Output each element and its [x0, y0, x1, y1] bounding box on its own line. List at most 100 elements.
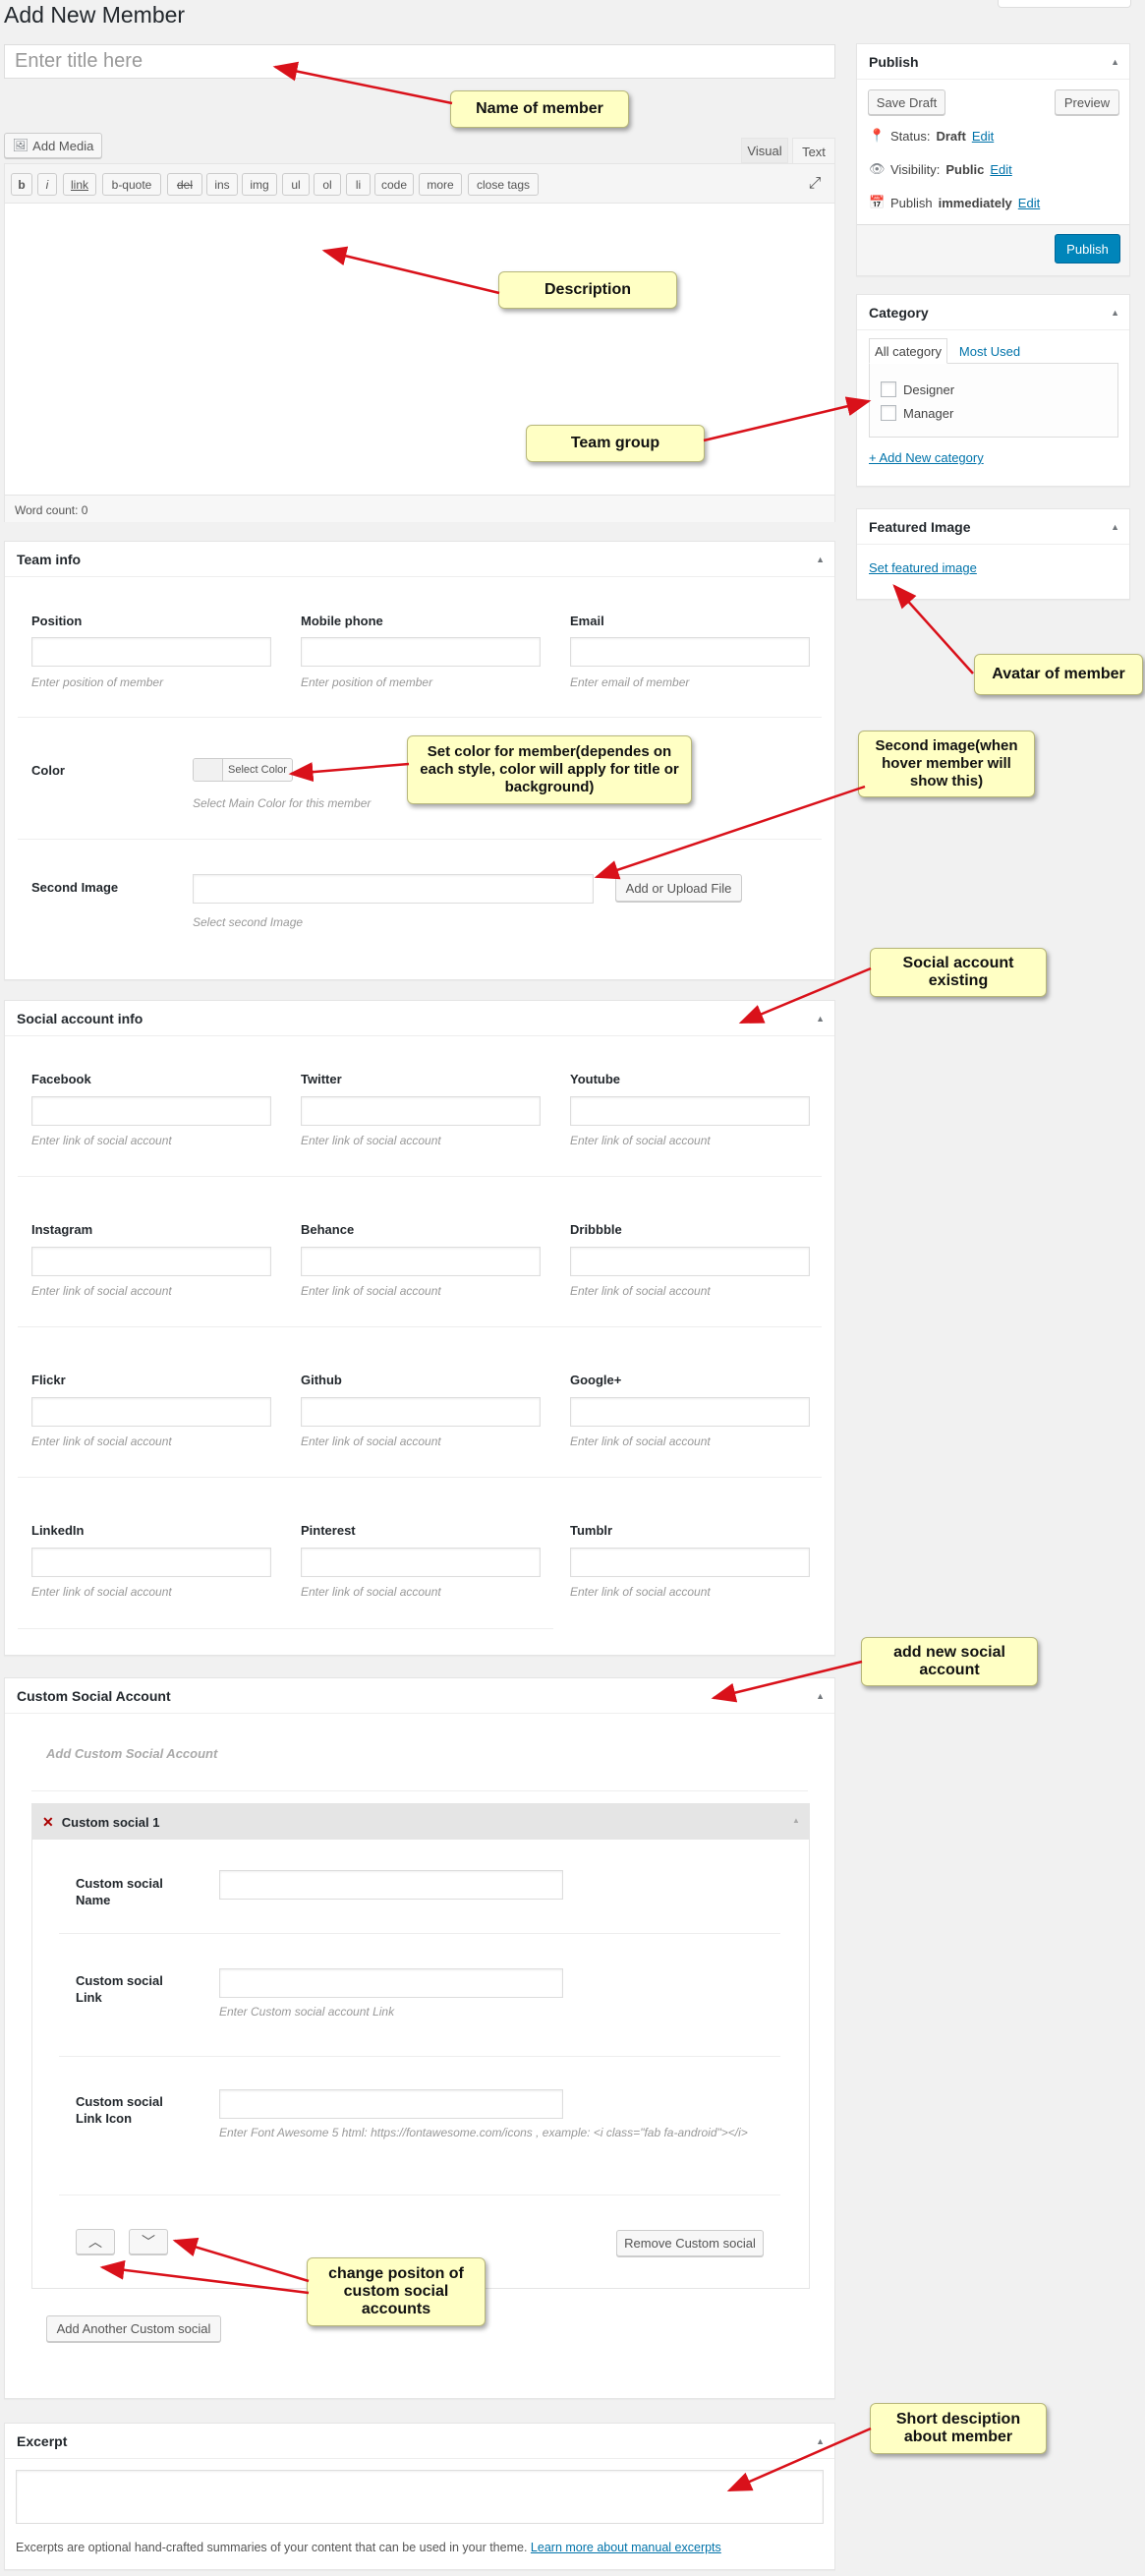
custom-social-item-title: Custom social 1: [61, 1814, 160, 1830]
callout-change-position: change positon of custom social accounts: [307, 2257, 486, 2326]
add-media-button[interactable]: 🖼 Add Media: [4, 133, 102, 158]
color-picker[interactable]: Select Color: [193, 758, 293, 782]
callout-social-existing: Social account existing: [870, 948, 1047, 997]
callout-team-group: Team group: [526, 425, 705, 462]
email-label: Email: [570, 614, 604, 628]
twitter-label: Twitter: [301, 1072, 342, 1086]
divider: [59, 1933, 780, 1934]
checkbox[interactable]: [881, 405, 896, 421]
quicktag-i[interactable]: i: [37, 173, 57, 196]
collapse-icon[interactable]: ▲: [816, 1014, 825, 1024]
flickr-label: Flickr: [31, 1373, 66, 1387]
instagram-input[interactable]: [31, 1247, 271, 1276]
tab-most-used[interactable]: Most Used: [955, 338, 1024, 364]
add-new-category-link[interactable]: + Add New category: [869, 450, 984, 465]
tab-visual[interactable]: Visual: [741, 138, 788, 163]
divider: [18, 1176, 822, 1177]
google-input[interactable]: [570, 1397, 810, 1427]
custom-social-name-input[interactable]: [219, 1870, 563, 1900]
quicktag-img[interactable]: img: [242, 173, 277, 196]
facebook-input[interactable]: [31, 1096, 271, 1126]
quicktag-ins[interactable]: ins: [206, 173, 238, 196]
flickr-input[interactable]: [31, 1397, 271, 1427]
divider: [18, 1628, 553, 1629]
quicktag-b[interactable]: b: [11, 173, 32, 196]
quicktag-li[interactable]: li: [346, 173, 371, 196]
remove-x-icon[interactable]: ✕: [42, 1814, 54, 1831]
dribbble-label: Dribbble: [570, 1222, 622, 1237]
twitter-input[interactable]: [301, 1096, 541, 1126]
editor-statusbar: Word count: 0: [5, 495, 834, 522]
behance-hint: Enter link of social account: [301, 1284, 441, 1298]
behance-input[interactable]: [301, 1247, 541, 1276]
dribbble-input[interactable]: [570, 1247, 810, 1276]
add-another-custom-social-button[interactable]: Add Another Custom social: [46, 2315, 221, 2342]
quicktag-b-quote[interactable]: b-quote: [102, 173, 161, 196]
move-up-button[interactable]: ︿: [76, 2229, 115, 2254]
preview-button[interactable]: Preview: [1055, 89, 1119, 115]
tab-all-category[interactable]: All category: [869, 338, 947, 364]
position-label: Position: [31, 614, 83, 628]
position-input[interactable]: [31, 637, 271, 667]
youtube-input[interactable]: [570, 1096, 810, 1126]
tab-text[interactable]: Text: [792, 138, 835, 164]
google-label: Google+: [570, 1373, 622, 1387]
collapse-icon[interactable]: ▲: [1111, 308, 1119, 318]
chevron-down-icon: ﹀: [142, 2234, 155, 2250]
custom-social-link-hint: Enter Custom social account Link: [219, 2005, 395, 2019]
publish-button[interactable]: Publish: [1055, 234, 1120, 263]
custom-social-link-input[interactable]: [219, 1968, 563, 1998]
linkedin-input[interactable]: [31, 1548, 271, 1577]
edit-visibility-link[interactable]: Edit: [990, 162, 1011, 177]
quicktag-ol[interactable]: ol: [314, 173, 341, 196]
quicktag-ul[interactable]: ul: [282, 173, 310, 196]
select-color-button[interactable]: Select Color: [223, 759, 292, 781]
excerpt-textarea[interactable]: [16, 2470, 824, 2524]
collapse-icon[interactable]: ▲: [1111, 57, 1119, 67]
callout-description: Description: [498, 271, 677, 309]
excerpt-title: Excerpt: [17, 2432, 68, 2449]
pinterest-input[interactable]: [301, 1548, 541, 1577]
custom-social-link-label: Custom social Link: [76, 1973, 163, 2005]
remove-custom-social-button[interactable]: Remove Custom social: [616, 2230, 764, 2256]
quicktag-close-tags[interactable]: close tags: [468, 173, 539, 196]
collapse-icon[interactable]: ▲: [816, 2436, 825, 2446]
custom-social-icon-label: Custom social Link Icon: [76, 2094, 163, 2126]
custom-social-item-header[interactable]: ✕ Custom social 1: [32, 1804, 809, 1840]
edit-schedule-link[interactable]: Edit: [1018, 196, 1040, 210]
move-down-button[interactable]: ﹀: [129, 2229, 168, 2254]
quicktag-code[interactable]: code: [374, 173, 414, 196]
screen-options-tab[interactable]: [998, 0, 1131, 8]
featured-image-box: Featured Image ▲: [856, 508, 1130, 600]
excerpt-help: Excerpts are optional hand-crafted summa…: [16, 2541, 721, 2554]
learn-more-link[interactable]: Learn more about manual excerpts: [531, 2541, 721, 2554]
title-input[interactable]: Enter title here: [4, 44, 835, 79]
set-featured-image-link[interactable]: Set featured image: [869, 560, 977, 575]
chevron-up-icon: ︿: [88, 2234, 102, 2250]
publish-title: Publish: [869, 53, 919, 70]
editor-textarea[interactable]: [5, 204, 834, 495]
github-input[interactable]: [301, 1397, 541, 1427]
instagram-hint: Enter link of social account: [31, 1284, 172, 1298]
google-hint: Enter link of social account: [570, 1434, 711, 1448]
collapse-icon[interactable]: ▲: [816, 1691, 825, 1701]
mobile-input[interactable]: [301, 637, 541, 667]
custom-social-icon-input[interactable]: [219, 2089, 563, 2119]
edit-status-link[interactable]: Edit: [972, 129, 994, 144]
tumblr-input[interactable]: [570, 1548, 810, 1577]
quicktag-del[interactable]: del: [167, 173, 202, 196]
category-item[interactable]: Designer: [881, 381, 954, 397]
collapse-icon[interactable]: ▲: [1111, 522, 1119, 532]
category-list: [869, 363, 1118, 438]
quicktag-more[interactable]: more: [419, 173, 462, 196]
checkbox[interactable]: [881, 381, 896, 397]
save-draft-button[interactable]: Save Draft: [868, 89, 945, 115]
category-item[interactable]: Manager: [881, 405, 953, 421]
quicktag-link[interactable]: link: [63, 173, 96, 196]
collapse-icon[interactable]: ▲: [792, 1816, 800, 1825]
fullscreen-icon[interactable]: ⤢: [806, 175, 824, 193]
collapse-icon[interactable]: ▲: [816, 555, 825, 564]
second-image-input[interactable]: [193, 874, 594, 904]
email-input[interactable]: [570, 637, 810, 667]
upload-file-button[interactable]: Add or Upload File: [615, 874, 742, 902]
